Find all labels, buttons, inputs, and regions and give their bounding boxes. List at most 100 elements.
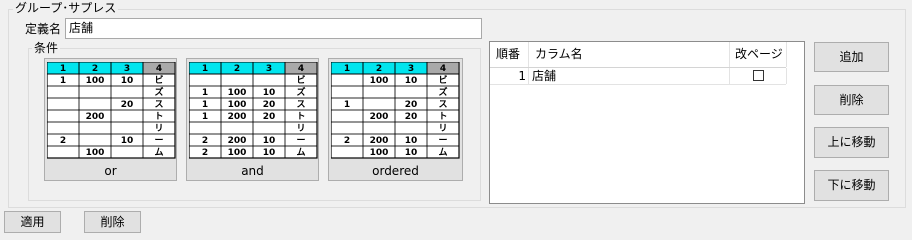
thumb-cell: 100 bbox=[228, 88, 247, 98]
option-and-label: and bbox=[241, 164, 264, 178]
row-separator bbox=[490, 84, 786, 85]
thumb-cell: ズ bbox=[296, 86, 305, 98]
thumb-cell: 20 bbox=[263, 100, 276, 110]
thumb-cell: 10 bbox=[263, 88, 276, 98]
thumb-cell: 10 bbox=[121, 136, 134, 146]
thumb-cell: ス bbox=[438, 99, 447, 110]
thumb-cell: ー bbox=[438, 136, 447, 146]
thumb-header-cell: 1 bbox=[344, 64, 350, 74]
thumb-cell: 10 bbox=[405, 136, 418, 146]
move-up-button[interactable]: 上に移動 bbox=[814, 127, 889, 158]
column-grid[interactable]: 順番 カラム名 改ページ 1 店舗 bbox=[489, 41, 805, 204]
option-or-label: or bbox=[104, 164, 117, 178]
thumb-header-cell: 2 bbox=[376, 64, 382, 74]
and-thumbnail: 1 2 3 4ビ 1 100 10 ズ 1 100 20 ス 1 200 20 トリ 2 200 10 ー 2 100 10… bbox=[189, 62, 318, 159]
thumb-cell: ビ bbox=[296, 74, 305, 86]
thumb-cell: 10 bbox=[405, 148, 418, 158]
col-divider bbox=[528, 42, 529, 67]
row-column-name: 店舗 bbox=[532, 69, 557, 83]
delete-bottom-button[interactable]: 削除 bbox=[84, 211, 141, 233]
thumb-cell: ム bbox=[154, 147, 163, 158]
thumb-header-cell: 2 bbox=[92, 64, 98, 74]
group-suppress-title: グループ･サプレス bbox=[13, 1, 119, 15]
apply-button[interactable]: 適用 bbox=[4, 211, 61, 233]
page-break-checkbox[interactable] bbox=[753, 70, 764, 81]
delete-button[interactable]: 削除 bbox=[814, 85, 889, 115]
thumb-header-cell: 4 bbox=[298, 64, 304, 74]
thumb-cell: 10 bbox=[263, 148, 276, 158]
thumb-cell: ト bbox=[154, 111, 163, 122]
thumb-cell: ム bbox=[438, 147, 447, 158]
thumb-cell: ビ bbox=[438, 74, 447, 86]
move-down-button[interactable]: 下に移動 bbox=[814, 170, 889, 201]
col-divider bbox=[786, 42, 787, 67]
thumb-cell: 200 bbox=[228, 112, 247, 122]
thumb-header-cell: 4 bbox=[440, 64, 446, 74]
thumb-cell: 1 bbox=[60, 76, 66, 86]
thumb-cell: 20 bbox=[405, 112, 418, 122]
thumb-cell: 2 bbox=[202, 148, 208, 158]
thumb-cell: 20 bbox=[121, 100, 134, 110]
thumb-cell: ス bbox=[154, 99, 163, 110]
thumb-header-cell: 2 bbox=[234, 64, 240, 74]
thumb-cell: 2 bbox=[344, 136, 350, 146]
thumb-cell: 10 bbox=[405, 76, 418, 86]
thumb-cell: 200 bbox=[228, 136, 247, 146]
thumb-header-cell: 1 bbox=[60, 64, 66, 74]
thumb-cell: ー bbox=[296, 136, 305, 146]
option-and[interactable]: 1 2 3 4 ビ 1 100 10 ズ 1 100 20 ス 1 200 20 トリ 2 200 10 ー 2 100 10… bbox=[186, 58, 319, 181]
conditions-label: 条件 bbox=[32, 41, 61, 55]
thumb-cell: 1 bbox=[202, 88, 208, 98]
thumb-cell: 10 bbox=[263, 136, 276, 146]
thumb-cell: 200 bbox=[370, 112, 389, 122]
thumb-cell: リ bbox=[154, 123, 163, 134]
ordered-thumbnail: 1 2 3 4 100 10 ビズ 1 20 ス 200 20 トリ 2 200 10 ー 100 10 ム bbox=[331, 62, 460, 159]
thumb-header-cell: 1 bbox=[202, 64, 208, 74]
thumb-cell: 2 bbox=[60, 136, 66, 146]
col-header-order[interactable]: 順番 bbox=[496, 42, 520, 67]
thumb-cell: 100 bbox=[86, 76, 105, 86]
thumb-cell: 200 bbox=[370, 136, 389, 146]
thumb-cell: 100 bbox=[86, 148, 105, 158]
col-divider bbox=[729, 42, 730, 67]
row-order: 1 bbox=[518, 69, 526, 83]
thumb-cell: ス bbox=[296, 99, 305, 110]
option-ordered[interactable]: 1 2 3 4 100 10 ビズ 1 20 ス 200 20 トリ 2 200 10 ー 100 10 ム orde… bbox=[328, 58, 463, 181]
thumb-cell: ト bbox=[438, 111, 447, 122]
col-header-page-break[interactable]: 改ページ bbox=[735, 42, 783, 67]
thumb-header-cell: 4 bbox=[156, 64, 162, 74]
thumb-header-cell: 3 bbox=[266, 64, 272, 74]
thumb-cell: 100 bbox=[370, 76, 389, 86]
thumb-cell: 10 bbox=[121, 76, 134, 86]
or-thumbnail: 1 2 3 4 1 100 10 ビズ 20 ス 200 トリ 2 10 ー 100 ム bbox=[47, 62, 176, 159]
definition-name-input[interactable]: 店舗 bbox=[65, 18, 482, 39]
thumb-cell: ビ bbox=[154, 74, 163, 86]
thumb-cell: 1 bbox=[202, 112, 208, 122]
thumb-cell: 2 bbox=[202, 136, 208, 146]
cell-divider bbox=[786, 68, 787, 84]
thumb-cell: ズ bbox=[154, 86, 163, 98]
add-button[interactable]: 追加 bbox=[814, 42, 889, 72]
option-or[interactable]: 1 2 3 4 1 100 10 ビズ 20 ス 200 トリ 2 10 ー 100 ム or bbox=[44, 58, 177, 181]
thumb-cell: 1 bbox=[202, 100, 208, 110]
thumb-header-cell: 3 bbox=[408, 64, 414, 74]
thumb-cell: 20 bbox=[263, 112, 276, 122]
thumb-cell: 100 bbox=[228, 148, 247, 158]
cell-divider bbox=[729, 68, 730, 84]
table-row[interactable]: 1 店舗 bbox=[490, 68, 787, 85]
thumb-header-cell: 3 bbox=[124, 64, 130, 74]
col-header-column-name[interactable]: カラム名 bbox=[535, 42, 583, 67]
thumb-cell: リ bbox=[438, 123, 447, 134]
definition-name-label: 定義名 bbox=[25, 22, 62, 36]
thumb-cell: 100 bbox=[228, 100, 247, 110]
thumb-cell: ト bbox=[296, 111, 305, 122]
thumb-cell: 200 bbox=[86, 112, 105, 122]
thumb-cell: 100 bbox=[370, 148, 389, 158]
thumb-cell: ズ bbox=[438, 86, 447, 98]
thumb-cell: ー bbox=[154, 136, 163, 146]
cell-divider bbox=[528, 68, 529, 84]
thumb-cell: ム bbox=[296, 147, 305, 158]
thumb-cell: 20 bbox=[405, 100, 418, 110]
thumb-cell: 1 bbox=[344, 100, 350, 110]
thumb-cell: リ bbox=[296, 123, 305, 134]
